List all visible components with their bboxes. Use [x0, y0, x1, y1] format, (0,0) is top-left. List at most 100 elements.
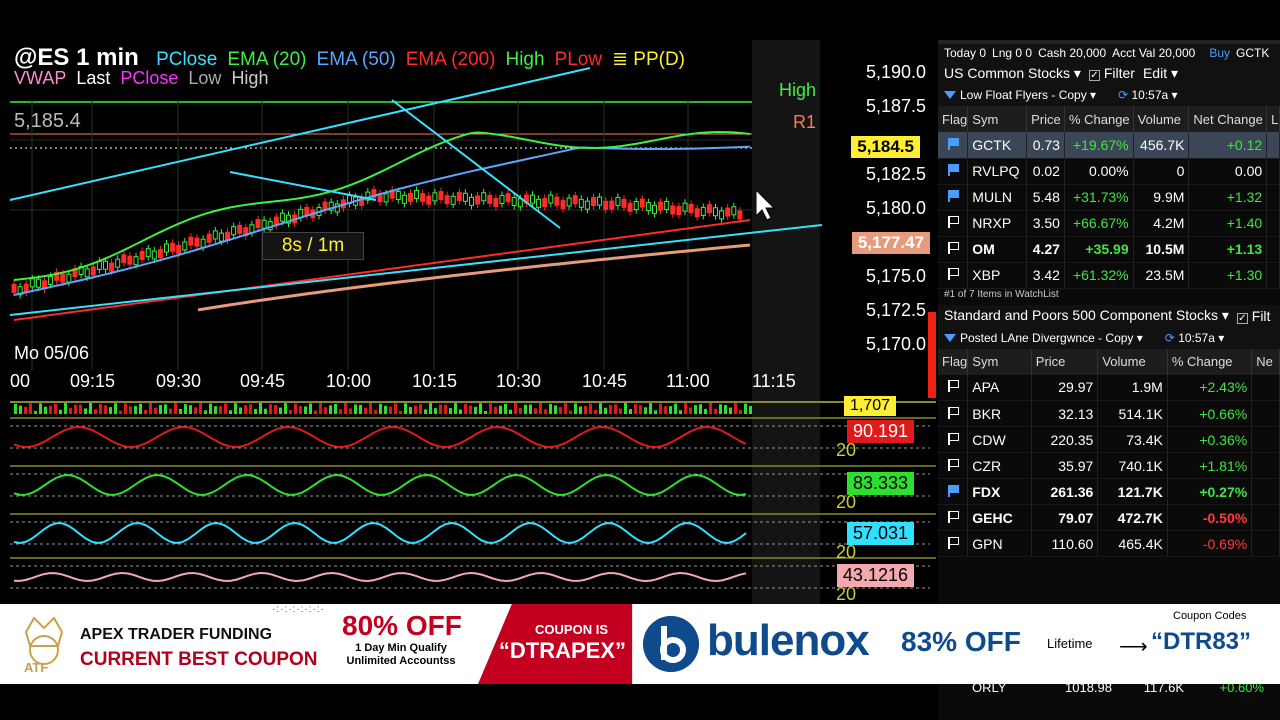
table-row[interactable]: CZR 35.97 740.1K +1.81% [938, 452, 1280, 479]
watchlist1-edit[interactable]: Edit ▾ [1143, 65, 1178, 82]
column-header[interactable]: Volume [1133, 106, 1190, 132]
column-header[interactable]: Sym [967, 348, 1032, 375]
candle-body [29, 278, 35, 288]
candle-body [615, 196, 621, 206]
table-row[interactable]: GPN 110.60 465.4K -0.69% [938, 530, 1280, 557]
watchlist1-header: US Common Stocks ▾ ✓ Filter Edit ▾ [938, 62, 1280, 84]
flag-cell[interactable] [938, 262, 969, 289]
column-header[interactable]: Flag [938, 348, 969, 375]
legend-item[interactable]: PLow [555, 49, 603, 70]
candle-body [713, 207, 718, 217]
legend-item[interactable]: VWAP [14, 68, 66, 88]
column-header[interactable]: Price [1026, 106, 1065, 132]
flag-icon[interactable] [947, 380, 959, 393]
flag-icon[interactable] [947, 458, 959, 471]
volume-bar [664, 406, 667, 414]
legend-item[interactable]: EMA (200) [406, 49, 496, 70]
flag-cell[interactable] [938, 426, 969, 453]
watchlist2-time[interactable]: ⟳ 10:57a ▾ [1165, 331, 1224, 345]
watchlist1-filter[interactable]: ✓ Filter [1088, 65, 1135, 81]
divider-handle[interactable] [928, 312, 936, 398]
table-row[interactable]: GCTK 0.73 +19.67% 456.7K +0.12 [938, 132, 1280, 159]
volume-bar [614, 404, 617, 414]
flag-cell[interactable] [938, 530, 969, 557]
legend-item[interactable]: PClose [120, 68, 178, 88]
volume-bar [509, 409, 512, 414]
volume-cell: 10.5M [1133, 236, 1190, 263]
table-row[interactable]: CDW 220.35 73.4K +0.36% [938, 426, 1280, 453]
extra-cell [1251, 504, 1280, 531]
filter-checkbox[interactable]: ✓ [1088, 70, 1100, 81]
promo-banner[interactable]: ATF APEX TRADER FUNDING CURRENT BEST COU… [0, 604, 1280, 684]
flag-cell[interactable] [938, 452, 969, 479]
legend-item[interactable]: Last [76, 68, 110, 88]
table-row[interactable]: FDX 261.36 121.7K +0.27% [938, 478, 1280, 505]
flag-icon[interactable] [947, 406, 959, 419]
pct-change-cell: +35.99 [1064, 236, 1134, 263]
table-row[interactable]: NRXP 3.50 +66.67% 4.2M +1.40 [938, 210, 1280, 237]
flag-cell[interactable] [938, 400, 969, 427]
flag-icon[interactable] [947, 216, 959, 228]
symbol-cell: MULN [967, 184, 1028, 211]
table-row[interactable]: OM 4.27 +35.99 10.5M +1.13 [938, 236, 1280, 263]
volume-bar [634, 404, 637, 414]
legend-item[interactable]: EMA (20) [227, 49, 306, 70]
volume-bar [639, 405, 642, 414]
flag-cell[interactable] [938, 236, 969, 263]
watchlist1-title[interactable]: US Common Stocks ▾ [944, 65, 1081, 82]
flag-cell[interactable] [938, 478, 969, 505]
price-cell: 110.60 [1031, 530, 1099, 557]
flag-icon[interactable] [947, 137, 959, 150]
legend-item[interactable]: High [505, 49, 544, 70]
flag-icon[interactable] [947, 242, 959, 254]
buy-button[interactable]: Buy [1209, 46, 1230, 60]
watchlist2-filter-name[interactable]: Posted LAne Divergwnce - Copy ▾ [944, 331, 1143, 345]
flag-icon[interactable] [947, 268, 959, 280]
flag-cell[interactable] [938, 184, 969, 211]
apex-coupon[interactable]: COUPON IS “DTRAPEX” [478, 604, 632, 684]
flag-cell[interactable] [938, 132, 969, 159]
flag-cell[interactable] [938, 374, 969, 401]
flag-icon[interactable] [947, 164, 959, 176]
flag-icon[interactable] [947, 536, 959, 549]
price-cell: 79.07 [1031, 504, 1099, 531]
table-row[interactable]: MULN 5.48 +31.73% 9.9M +1.32 [938, 184, 1280, 211]
account-symbol[interactable]: GCTK [1236, 46, 1269, 60]
column-header[interactable]: % Change [1167, 348, 1253, 375]
column-header[interactable]: Sym [967, 106, 1028, 132]
chart-symbol[interactable]: @ES 1 min [14, 44, 139, 71]
watchlist2-filter[interactable]: ✓ Filt [1236, 308, 1270, 324]
column-header[interactable]: % Change [1064, 106, 1134, 132]
legend-item[interactable]: High [231, 68, 268, 88]
column-header[interactable]: Ne [1251, 348, 1280, 375]
column-header[interactable]: Volume [1097, 348, 1168, 375]
flag-cell[interactable] [938, 158, 969, 185]
legend-item[interactable]: PClose [156, 49, 217, 70]
legend-item[interactable]: EMA (50) [317, 49, 396, 70]
column-header[interactable]: Flag [938, 106, 969, 132]
watchlist2-title[interactable]: Standard and Poors 500 Component Stocks … [944, 307, 1229, 324]
table-row[interactable]: XBP 3.42 +61.32% 23.5M +1.30 [938, 262, 1280, 289]
column-header[interactable]: Net Change [1188, 106, 1268, 132]
flag-icon[interactable] [947, 190, 959, 202]
bulenox-promo[interactable]: bulenox 83% OFF Lifetime ⟶ Coupon Codes … [632, 604, 1280, 684]
legend-item[interactable]: Low [188, 68, 221, 88]
apex-promo[interactable]: ATF APEX TRADER FUNDING CURRENT BEST COU… [0, 604, 632, 684]
table-row[interactable]: APA 29.97 1.9M +2.43% [938, 374, 1280, 401]
flag-cell[interactable] [938, 504, 969, 531]
legend-item[interactable]: ≣ PP(D) [612, 49, 685, 70]
candle-body [420, 193, 426, 203]
chart-area[interactable]: @ES 1 min PClose EMA (20) EMA (50) EMA (200… [0, 40, 936, 606]
flag-icon[interactable] [947, 432, 959, 445]
table-row[interactable]: GEHC 79.07 472.7K -0.50% [938, 504, 1280, 531]
table-row[interactable]: RVLPQ 0.02 0.00% 0 0.00 [938, 158, 1280, 185]
watchlist1-filter-name[interactable]: Low Float Flyers - Copy ▾ [944, 88, 1096, 102]
flag-cell[interactable] [938, 210, 969, 237]
column-header[interactable]: Price [1031, 348, 1099, 375]
flag-icon[interactable] [947, 510, 959, 523]
flag-icon[interactable] [947, 484, 959, 497]
table-row[interactable]: BKR 32.13 514.1K +0.66% [938, 400, 1280, 427]
watchlist1-time[interactable]: ⟳ 10:57a ▾ [1118, 88, 1177, 102]
filter-checkbox[interactable]: ✓ [1236, 312, 1248, 324]
column-header[interactable]: L [1266, 106, 1280, 132]
